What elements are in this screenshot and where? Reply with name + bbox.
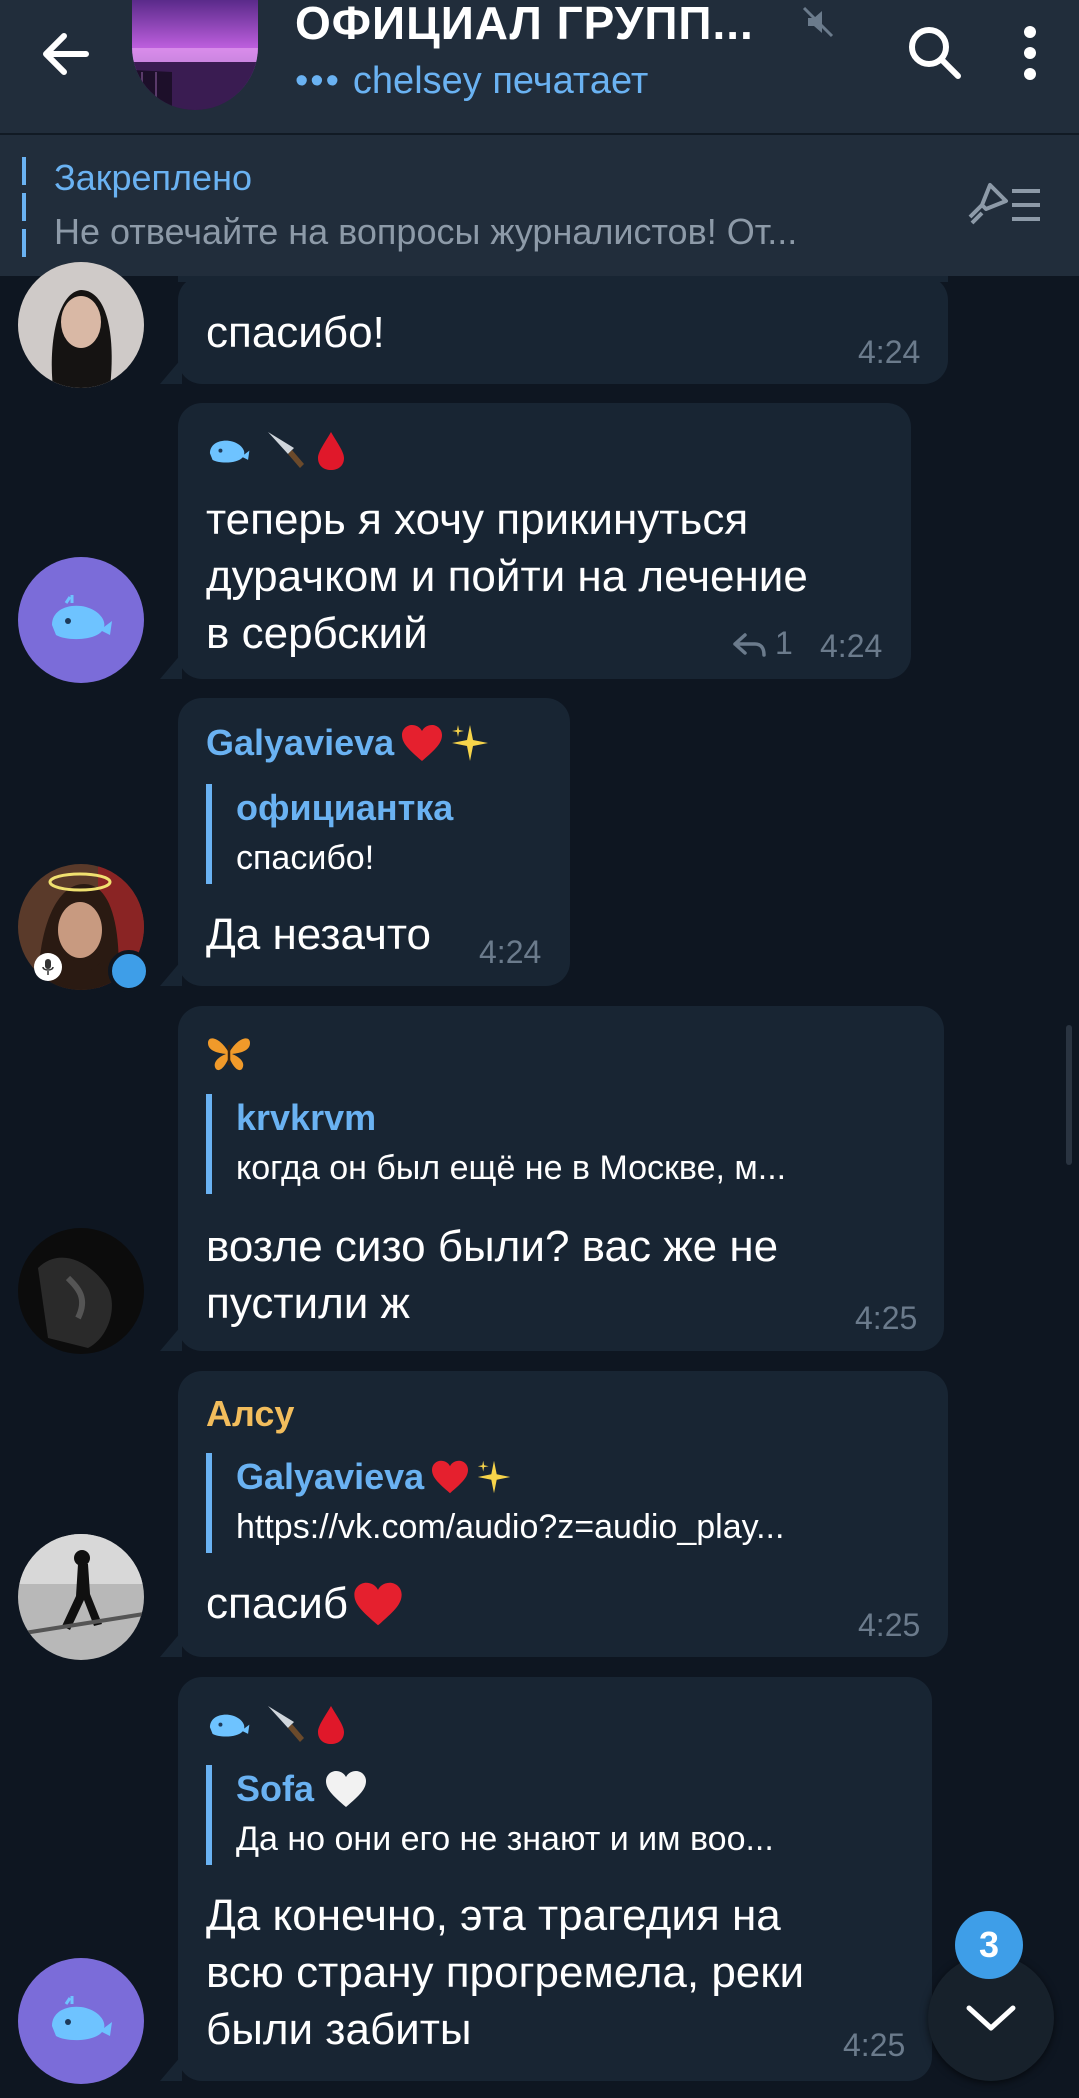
reply-preview[interactable]: krvkrvm когда он был ещё не в Москве, м.… <box>206 1094 936 1194</box>
reply-text: Да но они его не знают и им воо... <box>236 1820 774 1858</box>
user-avatar[interactable] <box>18 1228 144 1354</box>
message-time: 4:24 <box>479 934 542 970</box>
message-time: 4:25 <box>843 2027 906 2063</box>
message-bubble[interactable]: спасибо! 4:24 <box>160 276 948 384</box>
whale-icon <box>52 595 112 640</box>
user-avatar[interactable] <box>18 1958 144 2084</box>
message-text: возле сизо были? вас же не пустили ж <box>206 1222 779 1328</box>
chat-avatar[interactable] <box>132 0 258 110</box>
message-text: Да незачто <box>206 910 432 959</box>
reply-preview[interactable]: Galyavieva https://vk.com/audio?z=audio_… <box>206 1453 784 1553</box>
typing-status: ••• chelsey печатает <box>295 60 648 103</box>
muted-icon <box>800 4 836 40</box>
message-time: 4:24 <box>858 334 921 370</box>
reply-text: спасибо! <box>236 839 375 877</box>
sender-name-text: Galyavieva <box>206 722 395 763</box>
message-bubble[interactable]: Galyavieva официантка спасибо! Да незачт… <box>160 698 570 986</box>
arrow-left-icon <box>43 33 89 75</box>
back-button[interactable] <box>30 18 102 90</box>
message-bubble[interactable]: теперь я хочу прикинуться дурачком и пой… <box>160 403 911 679</box>
user-avatar[interactable] <box>18 557 144 683</box>
reply-preview[interactable]: Sofa Да но они его не знают и им воо... <box>206 1765 916 1865</box>
reply-text: когда он был ещё не в Москве, м... <box>236 1149 787 1187</box>
clipped-reply-edge <box>178 276 948 282</box>
typing-dots-icon: ••• <box>295 60 341 102</box>
sender-emoji-status <box>206 1699 346 1749</box>
message-text: Да конечно, эта трагедия на всю страну п… <box>206 1891 805 2054</box>
reply-preview[interactable]: официантка спасибо! <box>206 784 453 884</box>
microphone-icon <box>42 959 54 975</box>
message-time: 4:25 <box>858 1607 921 1643</box>
message-time: 4:25 <box>855 1300 918 1336</box>
message-text: теперь я хочу прикинуться дурачком и пой… <box>206 495 808 658</box>
search-icon <box>909 27 961 79</box>
chat-header: ОФИЦИАЛ ГРУПП... ••• chelsey печатает <box>0 0 1079 133</box>
blood-drop-icon <box>318 1706 344 1744</box>
user-avatar[interactable] <box>18 1534 144 1660</box>
sparkles-icon <box>477 1460 511 1494</box>
whale-icon <box>209 440 250 463</box>
reply-text: https://vk.com/audio?z=audio_play... <box>236 1508 785 1546</box>
search-button[interactable] <box>900 18 970 88</box>
more-menu-button[interactable] <box>1000 18 1060 88</box>
message-time: 4:24 <box>820 628 883 664</box>
message-bubble[interactable]: krvkrvm когда он был ещё не в Москве, м.… <box>160 1006 944 1351</box>
heart-icon <box>402 725 443 761</box>
reply-author: официантка <box>236 787 454 828</box>
sender-emoji-status <box>206 1028 252 1078</box>
message-bubble[interactable]: Sofa Да но они его не знают и им воо... … <box>160 1677 932 2081</box>
typing-status-text: chelsey печатает <box>352 60 649 102</box>
heart-icon <box>432 1460 469 1494</box>
replies-counter[interactable]: 1 <box>731 625 793 662</box>
heart-icon <box>354 1582 402 1625</box>
sender-name[interactable]: Galyavieva <box>206 722 490 764</box>
knife-icon <box>268 432 304 468</box>
pinned-text: Не отвечайте на вопросы журналистов! От.… <box>54 211 798 252</box>
white-heart-icon <box>326 1771 367 1807</box>
whale-icon <box>209 1714 250 1737</box>
butterfly-icon <box>208 1038 250 1071</box>
knife-icon <box>268 1706 304 1742</box>
message-text: спасиб <box>206 1575 404 1632</box>
online-badge <box>108 950 150 992</box>
pinned-label: Закреплено <box>54 157 252 198</box>
reply-author: Galyavieva <box>236 1453 784 1501</box>
sender-emoji-status <box>206 425 346 475</box>
sparkles-icon <box>452 725 489 761</box>
message-text-content: спасиб <box>206 1579 349 1628</box>
reply-author: krvkrvm <box>236 1097 377 1138</box>
blood-drop-icon <box>318 432 344 470</box>
pin-list-icon <box>968 183 1040 225</box>
more-vertical-icon <box>1024 26 1036 80</box>
reply-author: Sofa <box>236 1765 916 1813</box>
unread-count-badge[interactable]: 3 <box>955 1911 1023 1979</box>
reply-author-text: Sofa <box>236 1768 315 1809</box>
whale-icon <box>52 1996 112 2041</box>
pinned-list-button[interactable] <box>960 171 1050 241</box>
reply-author-text: Galyavieva <box>236 1456 425 1497</box>
user-avatar[interactable] <box>18 262 144 388</box>
message-text: спасибо! <box>206 308 385 357</box>
pinned-message-bar[interactable]: Закреплено Не отвечайте на вопросы журна… <box>0 135 1079 276</box>
mic-badge <box>34 953 62 981</box>
chevron-down-icon <box>966 2005 1016 2031</box>
pinned-indicator <box>22 157 26 257</box>
message-bubble[interactable]: Алсу Galyavieva https://vk.com/audio?z=a… <box>160 1371 948 1657</box>
reply-arrow-icon <box>733 632 766 657</box>
sender-name[interactable]: Алсу <box>206 1393 294 1435</box>
replies-count: 1 <box>775 625 793 661</box>
chat-title[interactable]: ОФИЦИАЛ ГРУПП... <box>295 0 754 50</box>
scrollbar-thumb[interactable] <box>1066 1025 1072 1165</box>
